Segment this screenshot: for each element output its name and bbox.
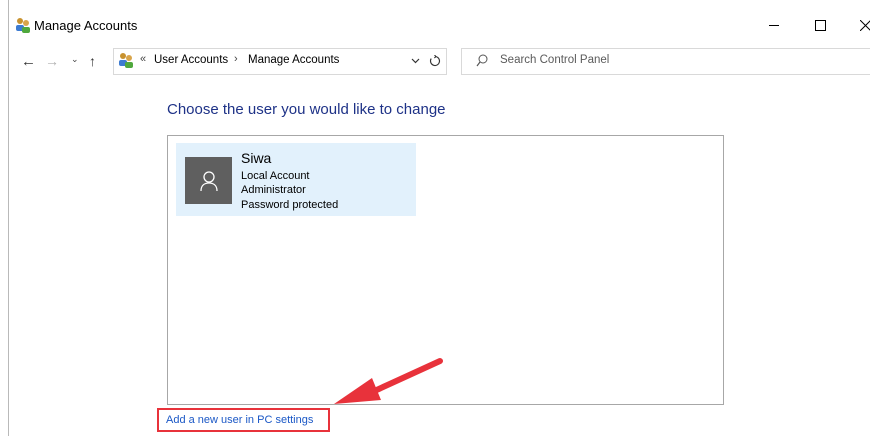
maximize-button[interactable] bbox=[800, 14, 840, 36]
account-tile-siwa[interactable]: Siwa Local Account Administrator Passwor… bbox=[176, 143, 416, 216]
navigation-bar: ← → ⌄ ↑ « User Accounts › Manage Account… bbox=[9, 44, 870, 80]
breadcrumb-overflow-chevron[interactable]: « bbox=[140, 53, 146, 65]
users-icon bbox=[16, 18, 30, 33]
minimize-icon bbox=[769, 24, 779, 26]
up-arrow-icon[interactable]: ↑ bbox=[89, 53, 96, 69]
maximize-icon bbox=[814, 19, 826, 31]
dropdown-icon bbox=[411, 58, 419, 64]
recent-locations-icon[interactable]: ⌄ bbox=[71, 54, 79, 65]
users-icon bbox=[119, 53, 133, 68]
page-heading: Choose the user you would like to change bbox=[167, 101, 446, 118]
account-type: Local Account bbox=[241, 170, 310, 182]
breadcrumb-manage-accounts[interactable]: Manage Accounts bbox=[248, 54, 339, 66]
search-input[interactable]: Search Control Panel bbox=[461, 48, 870, 75]
refresh-button[interactable] bbox=[426, 51, 444, 71]
account-status: Password protected bbox=[241, 199, 339, 211]
back-arrow-icon[interactable]: ← bbox=[21, 53, 36, 70]
refresh-icon bbox=[430, 55, 441, 67]
forward-arrow-icon[interactable]: → bbox=[45, 53, 59, 69]
account-name: Siwa bbox=[241, 150, 272, 166]
add-new-user-link[interactable]: Add a new user in PC settings bbox=[166, 414, 313, 426]
search-placeholder: Search Control Panel bbox=[500, 54, 610, 66]
breadcrumb-separator[interactable]: › bbox=[234, 53, 238, 65]
breadcrumb-user-accounts[interactable]: User Accounts bbox=[154, 54, 228, 66]
close-icon bbox=[859, 19, 870, 31]
search-icon bbox=[476, 54, 488, 67]
account-role: Administrator bbox=[241, 184, 306, 196]
minimize-button[interactable] bbox=[754, 14, 794, 36]
window-title: Manage Accounts bbox=[34, 18, 138, 33]
address-dropdown-button[interactable] bbox=[408, 52, 422, 70]
title-bar: Manage Accounts bbox=[9, 0, 870, 44]
address-bar[interactable]: « User Accounts › Manage Accounts bbox=[113, 48, 447, 75]
avatar bbox=[185, 157, 232, 204]
close-button[interactable] bbox=[845, 14, 870, 36]
user-avatar-icon bbox=[199, 170, 218, 191]
